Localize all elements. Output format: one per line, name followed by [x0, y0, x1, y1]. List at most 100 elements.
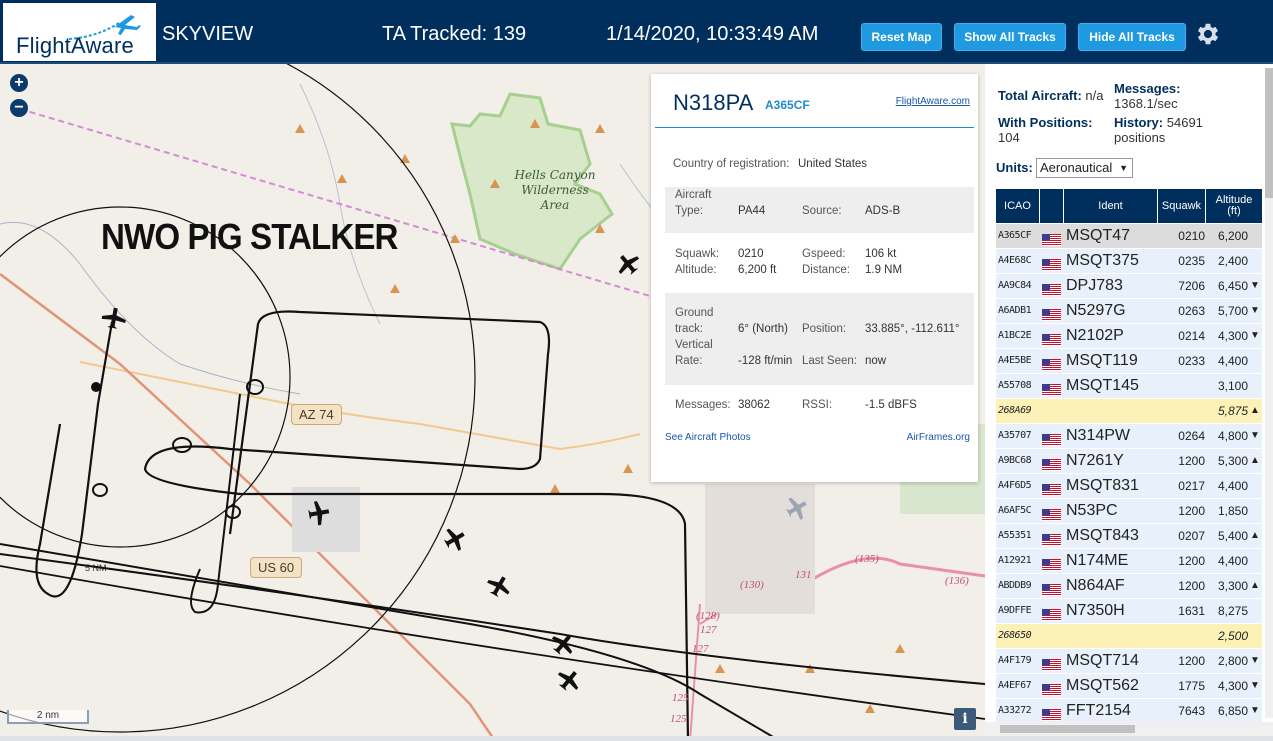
- row-icao: ABDDB9: [998, 580, 1032, 591]
- aircraft-side-panel: Total Aircraft: n/a Messages: 1368.1/sec…: [985, 64, 1273, 741]
- us-flag-icon: [1042, 355, 1061, 371]
- popup-messages-row: Messages: 38062 RSSI: -1.5 dBFS: [665, 399, 974, 419]
- table-row[interactable]: A9BC68 N7261Y 1200 5,300 ▲: [996, 449, 1262, 474]
- row-squawk: 7206: [1178, 279, 1205, 293]
- receiver-location: [91, 382, 101, 392]
- row-altitude-trend: [1249, 224, 1261, 248]
- row-altitude: 5,300: [1217, 454, 1248, 468]
- flight-track: [0, 543, 781, 741]
- aircraft-icon: [557, 671, 579, 691]
- hide-all-tracks-button[interactable]: Hide All Tracks: [1078, 23, 1186, 51]
- track-loop: [172, 437, 192, 453]
- row-icao: A4F179: [998, 655, 1032, 666]
- distance-label: Distance:: [802, 264, 850, 276]
- reset-map-button[interactable]: Reset Map: [861, 23, 942, 51]
- col-header-squawk[interactable]: Squawk: [1158, 189, 1206, 223]
- current-datetime: 1/14/2020, 10:33:49 AM: [606, 23, 819, 45]
- col-header-altitude[interactable]: Altitude (ft): [1206, 189, 1262, 223]
- row-ident: N2102P: [1066, 327, 1124, 344]
- aircraft-detail-popup: N318PA A365CF FlightAware.com Country of…: [651, 74, 978, 482]
- table-row[interactable]: A4E68C MSQT375 0235 2,400: [996, 249, 1262, 274]
- zoom-out-button[interactable]: −: [10, 99, 28, 117]
- gspeed-label: Gspeed:: [802, 248, 846, 260]
- ground-track-value: 6° (North): [738, 323, 788, 335]
- flightaware-link[interactable]: FlightAware.com: [896, 96, 970, 107]
- table-row[interactable]: A6ADB1 N5297G 0263 5,700 ▼: [996, 299, 1262, 324]
- row-altitude-trend: ▼: [1250, 705, 1260, 716]
- us-flag-icon: [1042, 530, 1061, 546]
- row-squawk: 0264: [1178, 429, 1205, 443]
- us-flag-icon: [1042, 430, 1061, 446]
- table-row[interactable]: A4F179 MSQT714 1200 2,800 ▼: [996, 649, 1262, 674]
- table-row[interactable]: AA9C84 DPJ783 7206 6,450 ▼: [996, 274, 1262, 299]
- row-ident: N864AF: [1066, 577, 1125, 594]
- row-ident: MSQT119: [1066, 352, 1138, 369]
- messages-stat: Messages: 1368.1/sec: [1114, 81, 1180, 111]
- settings-gear-icon[interactable]: [1194, 20, 1222, 48]
- vertical-scroll-thumb[interactable]: [1265, 68, 1273, 198]
- table-vertical-scrollbar[interactable]: [1265, 68, 1273, 718]
- table-row[interactable]: A1BC2E N2102P 0214 4,300 ▼: [996, 324, 1262, 349]
- row-icao: A33272: [998, 705, 1032, 716]
- row-icao: A4E5BE: [998, 355, 1032, 366]
- table-row[interactable]: A55708 MSQT145 3,100: [996, 374, 1262, 399]
- units-label-text: Units:: [996, 160, 1033, 175]
- airframes-link[interactable]: AirFrames.org: [907, 432, 970, 443]
- table-row[interactable]: A4F6D5 MSQT831 0217 4,400: [996, 474, 1262, 499]
- row-altitude: 4,400: [1217, 479, 1248, 493]
- vertical-rate-label-l1: Vertical: [675, 339, 713, 351]
- with-positions-stat: With Positions: 104: [998, 115, 1093, 145]
- units-select[interactable]: Aeronautical ▼: [1036, 158, 1133, 178]
- road-us60: [0, 273, 497, 741]
- table-row[interactable]: A365CF MSQT47 0210 6,200: [996, 224, 1262, 249]
- distance-value: 1.9 NM: [865, 264, 903, 276]
- col-header-icao[interactable]: ICAO: [996, 189, 1040, 223]
- row-altitude-trend: ▼: [1250, 305, 1260, 316]
- popup-type-row: Aircraft Type: PA44 Source: ADS-B: [665, 187, 974, 233]
- popup-country-row: Country of registration: United States: [665, 158, 974, 176]
- units-label: Units:: [996, 160, 1033, 175]
- table-row[interactable]: 268650 2,500: [996, 624, 1262, 649]
- table-row[interactable]: A6AF5C N53PC 1200 1,850: [996, 499, 1262, 524]
- table-row[interactable]: A4E5BE MSQT119 0233 4,400: [996, 349, 1262, 374]
- flightaware-logo[interactable]: FlightAware: [3, 3, 156, 61]
- table-row[interactable]: A35707 N314PW 0264 4,800 ▼: [996, 424, 1262, 449]
- route-label: 127: [692, 643, 709, 655]
- aircraft-icon: [487, 576, 510, 598]
- row-ident: [1066, 624, 1158, 648]
- route-label: (136): [945, 575, 969, 587]
- table-row[interactable]: A55351 MSQT843 0207 5,400 ▲: [996, 524, 1262, 549]
- col-header-flag[interactable]: [1040, 189, 1064, 223]
- show-all-tracks-button[interactable]: Show All Tracks: [954, 23, 1066, 51]
- ground-track-label-l1: Ground: [675, 307, 714, 319]
- route-label: 131: [795, 569, 812, 581]
- total-aircraft-label: Total Aircraft:: [998, 88, 1082, 103]
- col-header-ident[interactable]: Ident: [1064, 189, 1158, 223]
- zoom-in-button[interactable]: +: [10, 74, 28, 92]
- aircraft-type-label-l2: Type:: [675, 205, 704, 217]
- row-icao: A1BC2E: [998, 330, 1032, 341]
- source-value: ADS-B: [865, 205, 901, 217]
- row-ident: N53PC: [1066, 502, 1118, 519]
- table-row[interactable]: A4EF67 MSQT562 1775 4,300 ▼: [996, 674, 1262, 699]
- wilderness-area-label: Hells Canyon Wilderness Area: [514, 168, 596, 212]
- table-row[interactable]: A33272 FFT2154 7643 6,850 ▼: [996, 699, 1262, 724]
- map-info-button[interactable]: i: [954, 708, 976, 730]
- history-label: History:: [1114, 115, 1164, 130]
- row-altitude: 4,400: [1217, 354, 1248, 368]
- table-horizontal-scrollbar[interactable]: [985, 722, 1273, 736]
- aircraft-type-label-l1: Aircraft: [675, 189, 712, 201]
- horizontal-scroll-thumb[interactable]: [1000, 725, 1135, 733]
- table-row[interactable]: A9DFFE N7350H 1631 8,275: [996, 599, 1262, 624]
- popup-registration: N318PA: [673, 90, 754, 115]
- row-ident: N7261Y: [1066, 452, 1124, 469]
- row-altitude-trend: ▼: [1250, 655, 1260, 666]
- table-row[interactable]: 268A69 5,875 ▲: [996, 399, 1262, 424]
- table-row[interactable]: A12921 N174ME 1200 4,400: [996, 549, 1262, 574]
- table-row[interactable]: ABDDB9 N864AF 1200 3,300 ▲: [996, 574, 1262, 599]
- chevron-down-icon: ▼: [1119, 163, 1128, 173]
- flight-track: [35, 321, 114, 598]
- row-ident: FFT2154: [1066, 702, 1131, 719]
- see-aircraft-photos-link[interactable]: See Aircraft Photos: [665, 432, 751, 443]
- us-flag-icon: [1042, 555, 1061, 571]
